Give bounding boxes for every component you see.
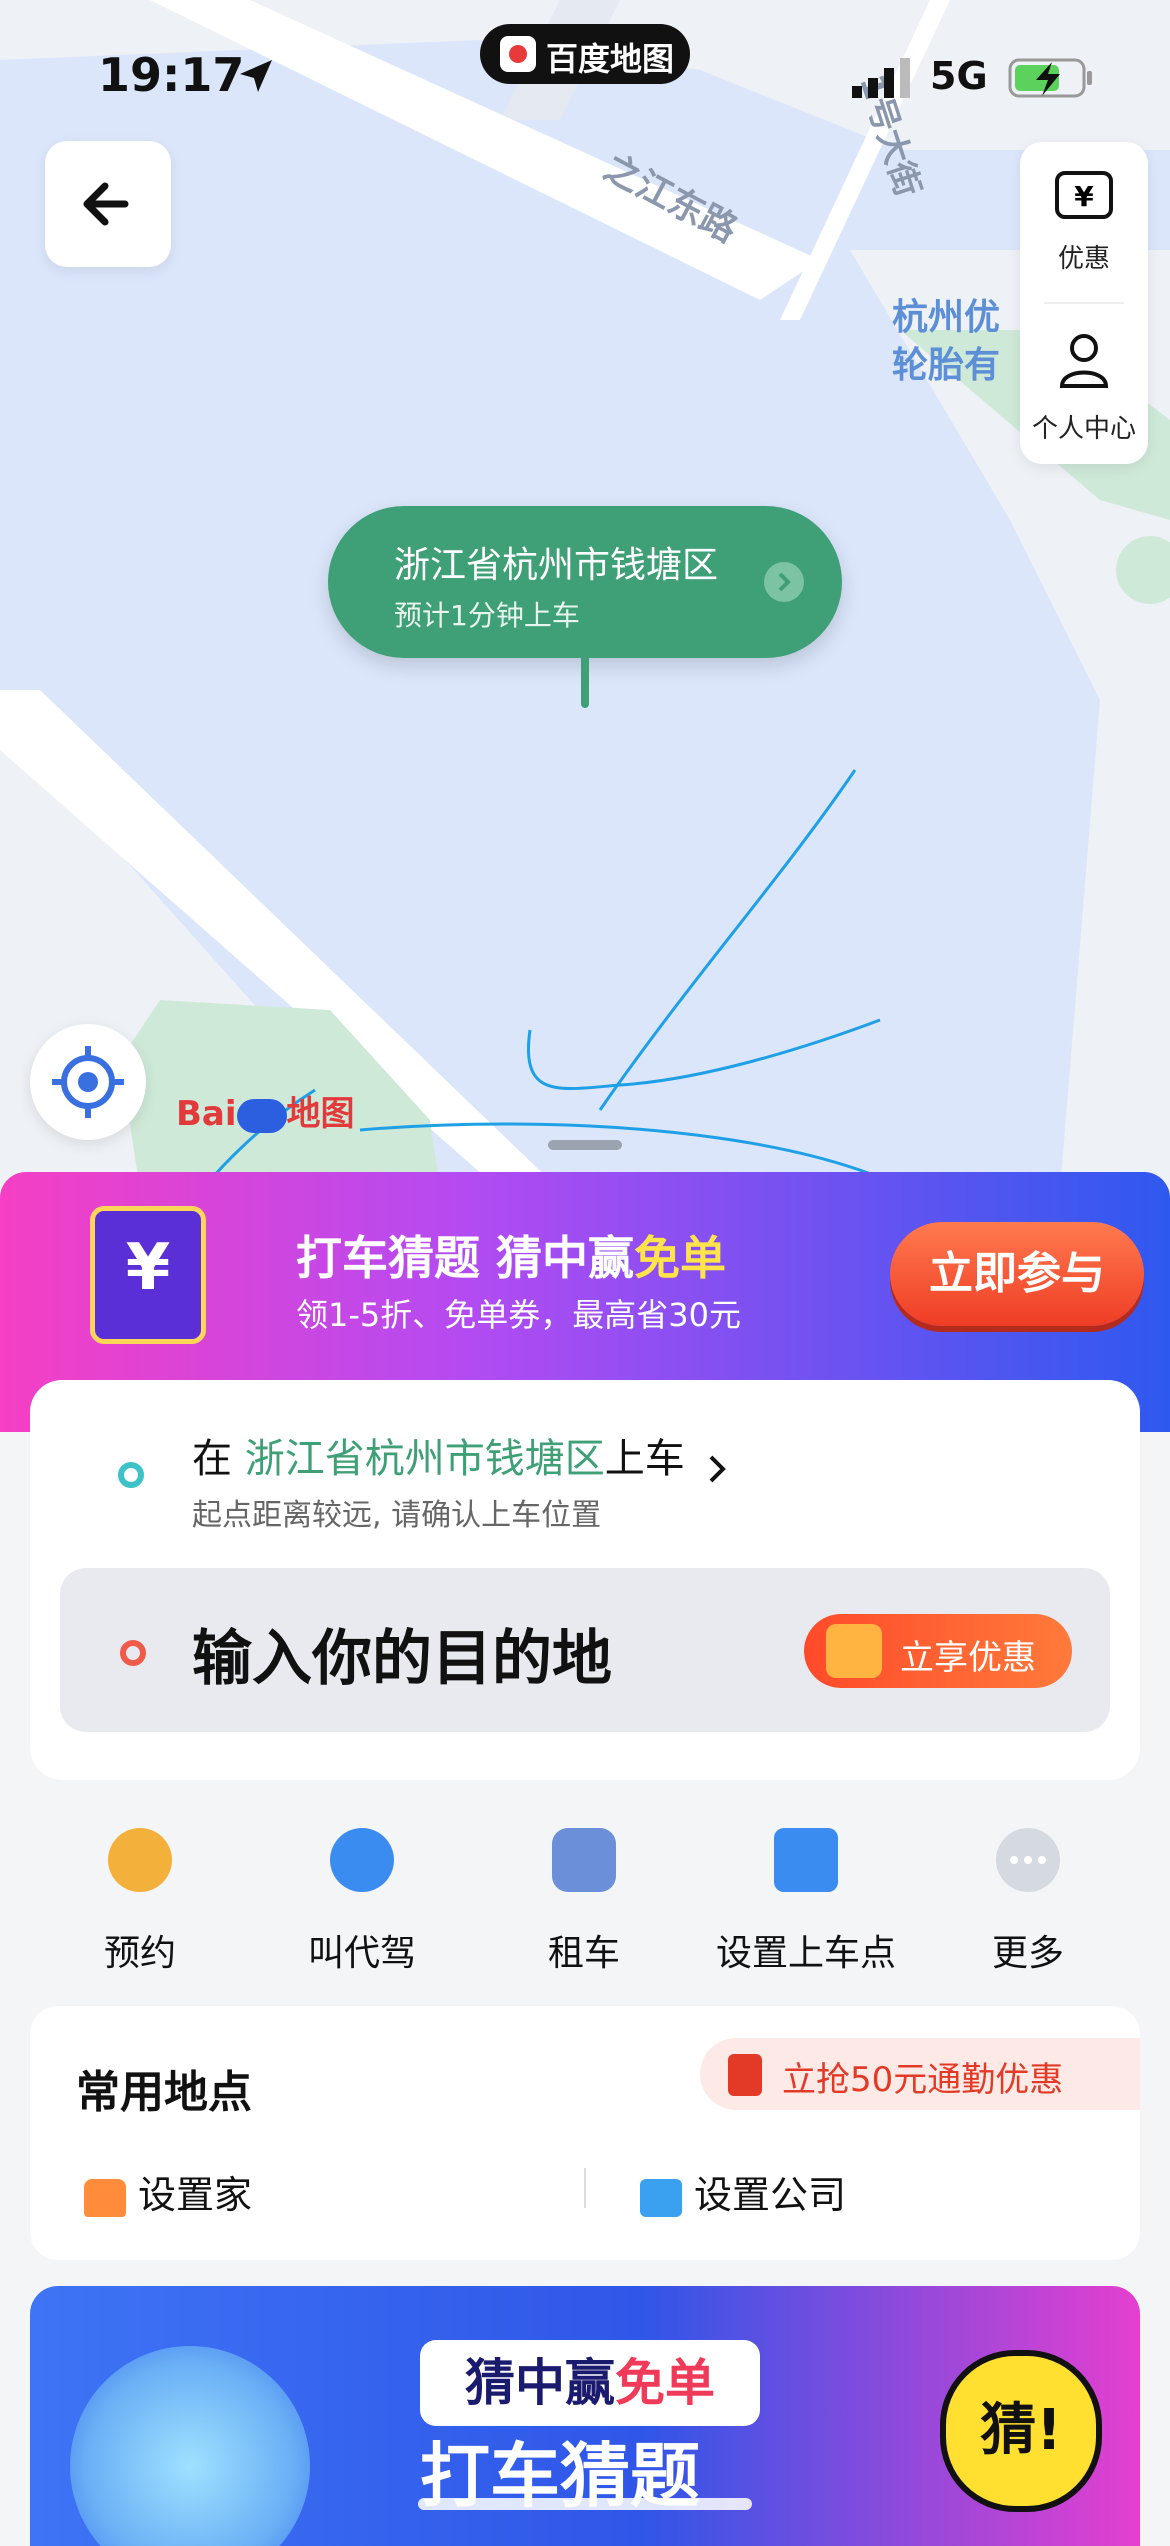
more-icon <box>996 1828 1060 1892</box>
coupon-yen-icon: ¥ <box>1055 171 1113 219</box>
service-more[interactable]: 更多 <box>918 1828 1138 1976</box>
svg-text:¥: ¥ <box>1074 180 1094 213</box>
sheet-handle[interactable] <box>548 1140 622 1150</box>
promo-title: 打车猜题 猜中赢免单 <box>296 1231 727 1285</box>
gift-icon <box>826 1624 882 1678</box>
start-dot-icon <box>118 1462 144 1488</box>
battery-charging-icon <box>1008 58 1092 98</box>
bottom-banner-title: 猜中赢免单 <box>420 2340 760 2426</box>
network-type: 5G <box>930 54 988 98</box>
poi-label-line-1[interactable]: 杭州优 <box>892 288 1000 340</box>
crosshair-icon <box>52 1046 124 1118</box>
destination-dot-icon <box>120 1640 146 1666</box>
back-arrow-icon <box>83 182 129 226</box>
home-indicator[interactable] <box>418 2498 752 2510</box>
promo-subtitle: 领1-5折、免单券，最高省30元 <box>296 1296 741 1334</box>
status-time: 19:17 <box>98 48 245 102</box>
commute-offer-link[interactable]: 立抢50元通勤优惠 <box>700 2038 1140 2110</box>
snow-globe-icon <box>70 2346 310 2546</box>
briefcase-icon <box>640 2178 682 2217</box>
service-set-pickup[interactable]: 设置上车点 <box>696 1828 916 1976</box>
poi-label-line-2[interactable]: 轮胎有 <box>892 336 1000 388</box>
chevron-right-icon <box>705 1447 729 1483</box>
back-button[interactable] <box>45 141 171 267</box>
user-icon <box>1059 334 1109 388</box>
pickup-pin-stem <box>581 656 589 708</box>
common-places-title: 常用地点 <box>76 2067 252 2118</box>
guess-badge: 猜! <box>940 2350 1102 2512</box>
locate-me-button[interactable] <box>30 1024 146 1140</box>
divider <box>584 2168 586 2208</box>
red-envelope-icon <box>728 2054 762 2096</box>
set-home-item[interactable]: 设置家 <box>84 2164 252 2219</box>
home-icon <box>84 2178 126 2217</box>
pickup-bubble-title: 浙江省杭州市钱塘区 <box>394 545 719 586</box>
instant-offer-button[interactable]: 立享优惠 <box>804 1614 1072 1688</box>
clock-icon <box>108 1828 172 1892</box>
service-reserve[interactable]: 预约 <box>30 1828 250 1976</box>
side-menu: ¥ 优惠 个人中心 <box>1020 142 1148 464</box>
set-work-item[interactable]: 设置公司 <box>640 2164 846 2219</box>
offer-label: 优惠 <box>1057 244 1110 274</box>
pickup-location-row[interactable]: 在 浙江省杭州市钱塘区上车 <box>192 1426 729 1484</box>
signal-icon <box>852 58 910 98</box>
destination-placeholder[interactable]: 输入你的目的地 <box>192 1610 612 1697</box>
pickup-location-bubble[interactable]: 浙江省杭州市钱塘区 预计1分钟上车 <box>328 506 842 658</box>
profile-menu-item[interactable]: 个人中心 <box>1020 312 1148 462</box>
app-pill-title: 百度地图 <box>546 40 675 78</box>
join-now-button[interactable]: 立即参与 <box>890 1222 1144 1326</box>
baidu-maps-app-icon <box>500 36 536 72</box>
service-designated-driver[interactable]: 叫代驾 <box>252 1828 472 1976</box>
offer-menu-item[interactable]: ¥ 优惠 <box>1020 142 1148 292</box>
pickup-point-icon <box>774 1828 838 1892</box>
paw-icon <box>236 1098 287 1133</box>
pickup-hint: 起点距离较远, 请确认上车位置 <box>192 1498 602 1533</box>
driver-icon <box>330 1828 394 1892</box>
chevron-right-icon <box>764 562 804 602</box>
pickup-bubble-subtitle: 预计1分钟上车 <box>394 599 580 632</box>
profile-label: 个人中心 <box>1031 414 1136 444</box>
rental-car-icon <box>552 1828 616 1892</box>
baidu-logo: Bai 地图 <box>176 1094 355 1134</box>
ticket-illustration-icon: ¥ <box>90 1206 206 1344</box>
service-rental[interactable]: 租车 <box>474 1828 694 1976</box>
location-arrow-icon <box>240 60 272 92</box>
app-pill[interactable]: 百度地图 <box>480 24 690 84</box>
